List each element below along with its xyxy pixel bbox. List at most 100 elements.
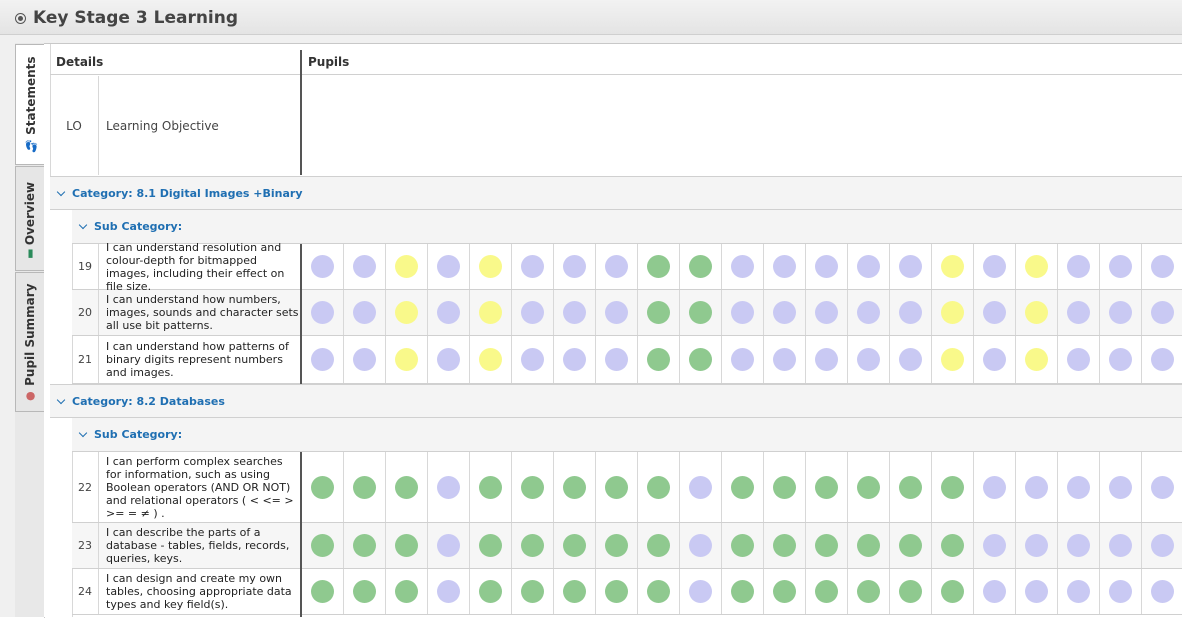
table-row[interactable]: 23 I can describe the parts of a databas… [72,523,1182,569]
tab-pupil-summary[interactable]: ● Pupil Summary [15,272,44,412]
pupil-cell[interactable] [680,336,722,383]
mark-dot[interactable] [353,301,376,324]
mark-dot[interactable] [647,255,670,278]
mark-dot[interactable] [1025,475,1048,499]
mark-dot[interactable] [311,534,334,557]
pupil-cell[interactable] [638,336,680,383]
pupil-cell[interactable] [1142,569,1182,614]
pupil-cell[interactable] [680,569,722,614]
pupil-cell[interactable] [302,523,344,568]
mark-dot[interactable] [311,348,334,371]
mark-dot[interactable] [311,475,334,499]
mark-dot[interactable] [437,255,460,278]
mark-dot[interactable] [941,534,964,557]
pupil-cell[interactable] [302,244,344,289]
pupil-cell[interactable] [428,569,470,614]
pupil-cell[interactable] [974,336,1016,383]
mark-dot[interactable] [1067,301,1090,324]
chevron-down-icon[interactable] [56,395,66,405]
pupil-cell[interactable] [344,569,386,614]
mark-dot[interactable] [941,580,964,603]
chevron-down-icon[interactable] [78,428,88,438]
mark-dot[interactable] [773,348,796,371]
pupil-cell[interactable] [764,336,806,383]
mark-dot[interactable] [815,534,838,557]
pupil-cell[interactable] [554,244,596,289]
mark-dot[interactable] [1109,580,1132,603]
pupil-cell[interactable] [596,290,638,335]
pupil-cell[interactable] [722,290,764,335]
mark-dot[interactable] [899,348,922,371]
pupil-cell[interactable] [806,244,848,289]
pupil-cell[interactable] [848,290,890,335]
mark-dot[interactable] [437,475,460,499]
pupil-cell[interactable] [428,336,470,383]
pupil-cell[interactable] [806,523,848,568]
pupil-cell[interactable] [470,336,512,383]
mark-dot[interactable] [815,301,838,324]
mark-dot[interactable] [647,348,670,371]
pupil-cell[interactable] [554,569,596,614]
mark-dot[interactable] [605,301,628,324]
pupil-cell[interactable] [974,569,1016,614]
mark-dot[interactable] [563,475,586,499]
pupil-cell[interactable] [974,452,1016,522]
pupil-cell[interactable] [428,244,470,289]
tab-statements[interactable]: 👣 Statements [15,44,45,165]
pupil-cell[interactable] [1016,569,1058,614]
mark-dot[interactable] [773,255,796,278]
mark-dot[interactable] [605,255,628,278]
pupil-cell[interactable] [596,336,638,383]
mark-dot[interactable] [1025,534,1048,557]
mark-dot[interactable] [1151,255,1174,278]
pupil-cell[interactable] [722,244,764,289]
pupil-cell[interactable] [890,244,932,289]
mark-dot[interactable] [479,475,502,499]
table-row[interactable]: 21 I can understand how patterns of bina… [72,336,1182,384]
pupil-cell[interactable] [1058,290,1100,335]
mark-dot[interactable] [647,301,670,324]
mark-dot[interactable] [857,255,880,278]
mark-dot[interactable] [353,255,376,278]
mark-dot[interactable] [983,475,1006,499]
mark-dot[interactable] [647,580,670,603]
pupil-cell[interactable] [470,244,512,289]
details-column-header[interactable]: Details [50,44,300,75]
mark-dot[interactable] [479,255,502,278]
pupil-cell[interactable] [890,569,932,614]
pupil-cell[interactable] [1058,244,1100,289]
mark-dot[interactable] [773,301,796,324]
mark-dot[interactable] [647,475,670,499]
pupil-cell[interactable] [932,336,974,383]
mark-dot[interactable] [521,534,544,557]
mark-dot[interactable] [563,534,586,557]
mark-dot[interactable] [437,348,460,371]
pupil-cell[interactable] [386,244,428,289]
mark-dot[interactable] [899,255,922,278]
mark-dot[interactable] [857,348,880,371]
mark-dot[interactable] [563,580,586,603]
mark-dot[interactable] [773,580,796,603]
mark-dot[interactable] [731,534,754,557]
pupil-cell[interactable] [344,523,386,568]
pupil-cell[interactable] [512,290,554,335]
pupil-cell[interactable] [638,290,680,335]
pupil-cell[interactable] [932,523,974,568]
pupil-cell[interactable] [1058,569,1100,614]
subcategory-row[interactable]: Sub Category: [72,418,1182,452]
mark-dot[interactable] [899,475,922,499]
pupil-cell[interactable] [1100,569,1142,614]
pupil-cell[interactable] [764,290,806,335]
mark-dot[interactable] [437,580,460,603]
mark-dot[interactable] [941,475,964,499]
pupil-cell[interactable] [386,452,428,522]
mark-dot[interactable] [353,534,376,557]
column-divider[interactable] [300,244,302,384]
mark-dot[interactable] [1109,301,1132,324]
mark-dot[interactable] [479,348,502,371]
mark-dot[interactable] [1067,534,1090,557]
pupil-cell[interactable] [1058,336,1100,383]
mark-dot[interactable] [773,475,796,499]
pupil-cell[interactable] [722,452,764,522]
mark-dot[interactable] [941,348,964,371]
